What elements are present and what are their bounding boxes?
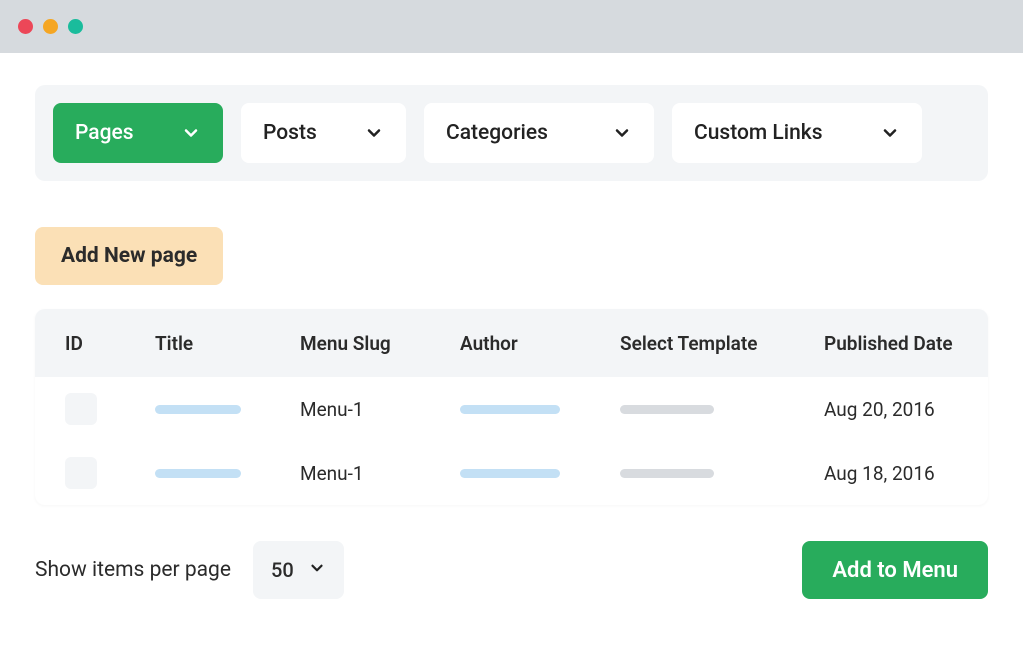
- placeholder-bar: [155, 405, 241, 414]
- placeholder-bar: [460, 469, 560, 478]
- col-header-published-date: Published Date: [820, 332, 958, 355]
- table-footer: Show items per page 50 Add to Menu: [35, 541, 988, 599]
- tab-custom-links-label: Custom Links: [694, 121, 823, 145]
- cell-id: [65, 457, 155, 489]
- tab-categories-label: Categories: [446, 121, 548, 145]
- window-close-dot[interactable]: [18, 19, 33, 34]
- row-checkbox[interactable]: [65, 393, 97, 425]
- cell-published-date: Aug 20, 2016: [820, 398, 958, 421]
- chevron-down-icon: [181, 123, 201, 143]
- col-header-id: ID: [65, 332, 155, 355]
- add-new-page-label: Add New page: [61, 244, 197, 268]
- cell-author: [460, 405, 620, 414]
- tab-custom-links[interactable]: Custom Links: [672, 103, 922, 163]
- tab-pages[interactable]: Pages: [53, 103, 223, 163]
- add-to-menu-button[interactable]: Add to Menu: [802, 541, 988, 599]
- chevron-down-icon: [364, 123, 384, 143]
- placeholder-bar: [620, 405, 714, 414]
- cell-menu-slug: Menu-1: [300, 398, 460, 421]
- col-header-title: Title: [155, 332, 300, 355]
- items-per-page-select[interactable]: 50: [253, 541, 344, 599]
- chevron-down-icon: [612, 123, 632, 143]
- chevron-down-icon: [308, 558, 326, 582]
- tab-categories[interactable]: Categories: [424, 103, 654, 163]
- pages-table: ID Title Menu Slug Author Select Templat…: [35, 309, 988, 505]
- col-header-author: Author: [460, 332, 620, 355]
- tab-posts-label: Posts: [263, 121, 317, 145]
- col-header-menu-slug: Menu Slug: [300, 332, 460, 355]
- window-maximize-dot[interactable]: [68, 19, 83, 34]
- tabs-bar: Pages Posts Categories Custom Links: [35, 85, 988, 181]
- window-minimize-dot[interactable]: [43, 19, 58, 34]
- tab-pages-label: Pages: [75, 121, 134, 145]
- cell-title: [155, 405, 300, 414]
- table-row: Menu-1 Aug 18, 2016: [35, 441, 988, 505]
- chevron-down-icon: [880, 123, 900, 143]
- col-header-select-template: Select Template: [620, 332, 820, 355]
- window-chrome: [0, 0, 1023, 53]
- cell-menu-slug: Menu-1: [300, 462, 460, 485]
- placeholder-bar: [620, 469, 714, 478]
- tab-posts[interactable]: Posts: [241, 103, 406, 163]
- cell-id: [65, 393, 155, 425]
- placeholder-bar: [460, 405, 560, 414]
- placeholder-bar: [155, 469, 241, 478]
- cell-published-date: Aug 18, 2016: [820, 462, 958, 485]
- cell-select-template: [620, 405, 820, 414]
- table-row: Menu-1 Aug 20, 2016: [35, 377, 988, 441]
- table-header-row: ID Title Menu Slug Author Select Templat…: [35, 309, 988, 377]
- cell-title: [155, 469, 300, 478]
- items-per-page-value: 50: [271, 558, 294, 582]
- cell-select-template: [620, 469, 820, 478]
- content-area: Pages Posts Categories Custom Links Add …: [0, 53, 1023, 599]
- pagination-control: Show items per page 50: [35, 541, 344, 599]
- add-new-page-button[interactable]: Add New page: [35, 227, 223, 285]
- row-checkbox[interactable]: [65, 457, 97, 489]
- add-to-menu-label: Add to Menu: [832, 558, 958, 583]
- cell-author: [460, 469, 620, 478]
- items-per-page-label: Show items per page: [35, 558, 231, 582]
